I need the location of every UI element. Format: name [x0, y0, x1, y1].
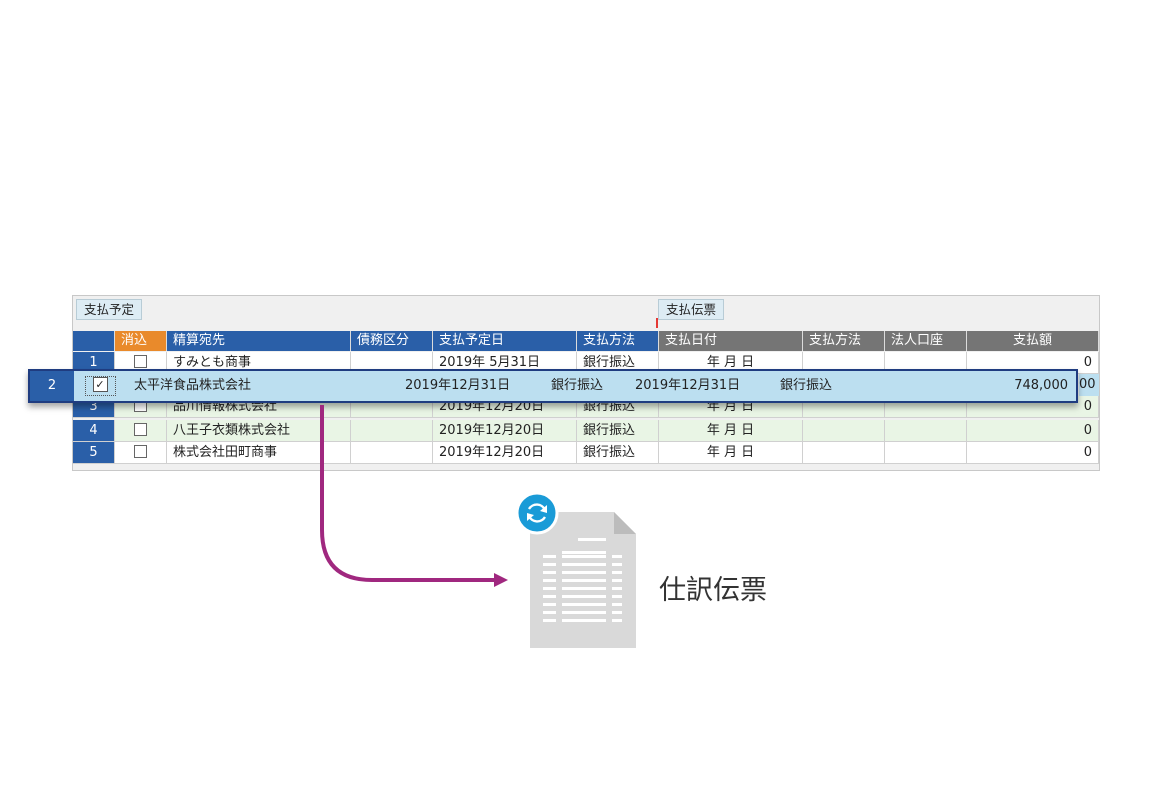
document-title: 仕訳伝票: [659, 575, 767, 606]
arrow-head: [494, 573, 508, 587]
flow-illustration: [320, 405, 636, 648]
flow-arrow-line: [320, 405, 496, 582]
refresh-icon: [515, 491, 559, 535]
